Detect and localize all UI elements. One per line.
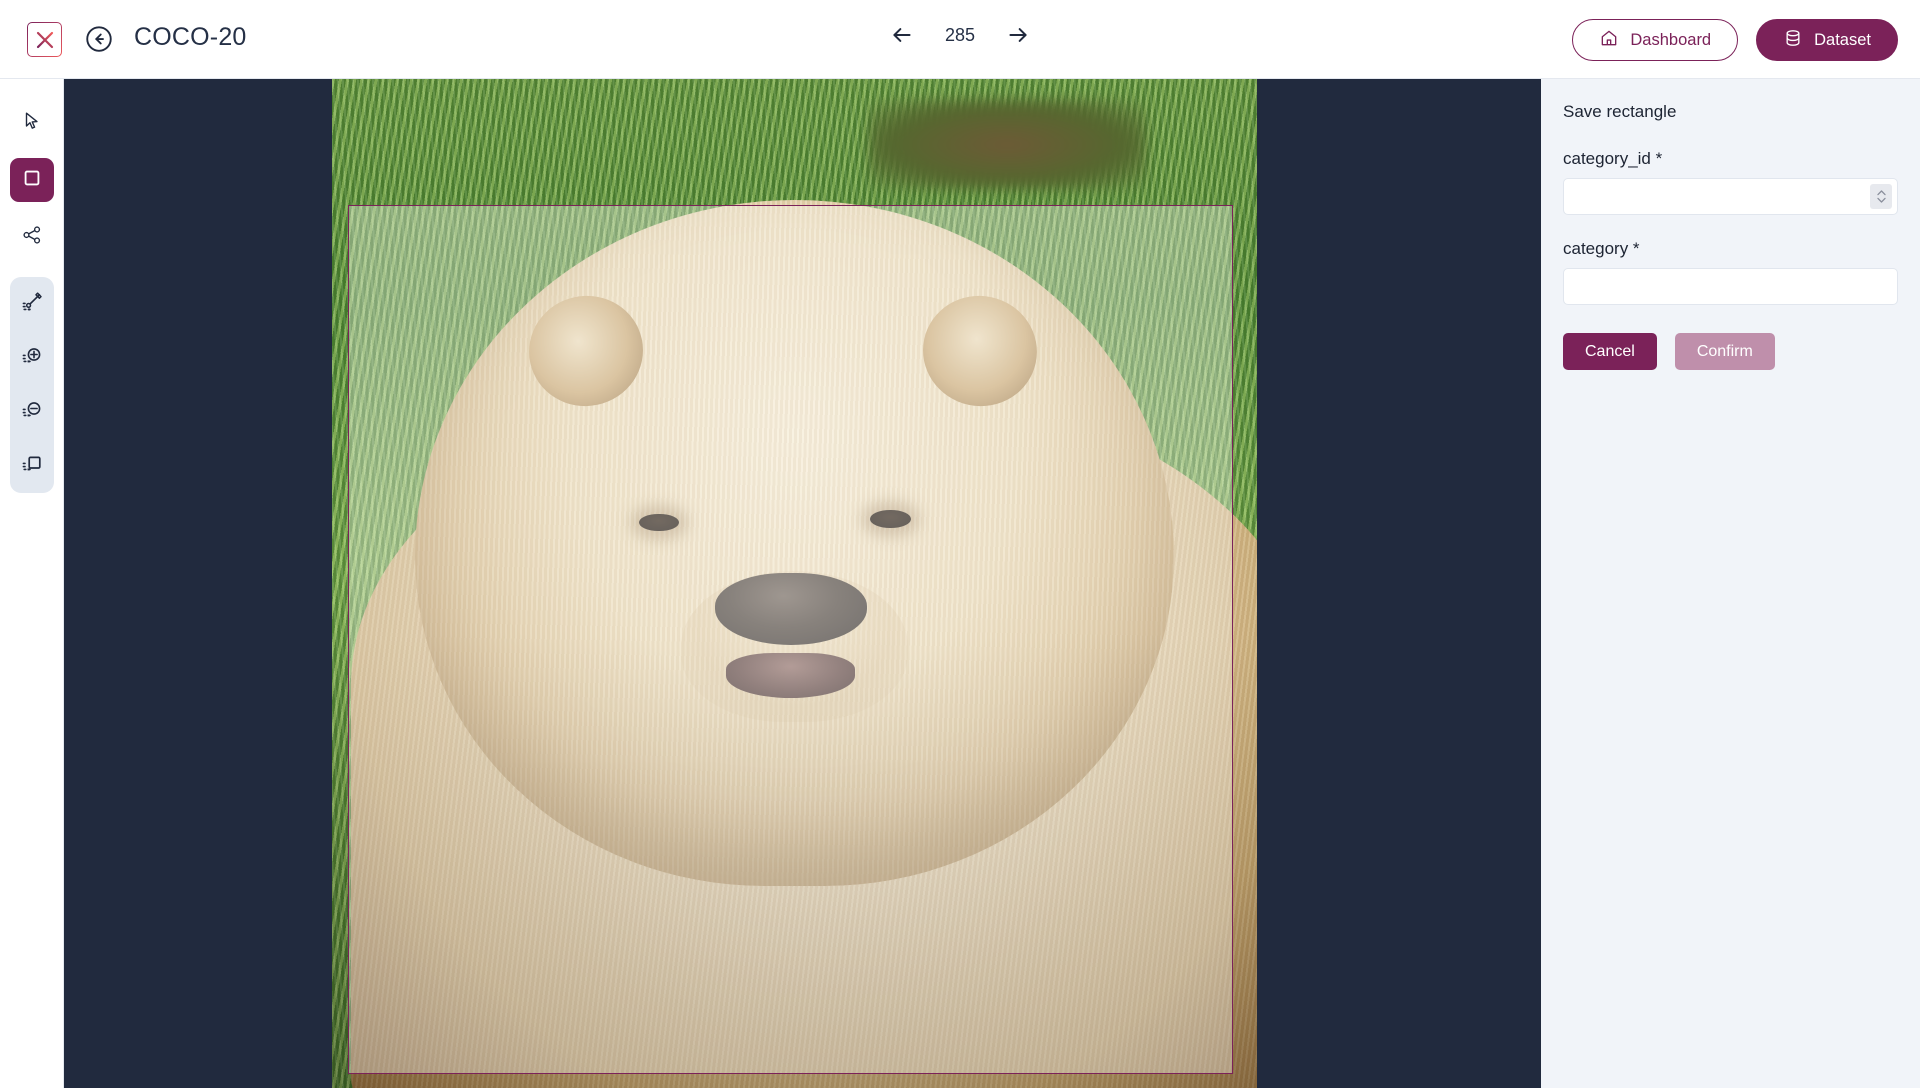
left-toolbar [0,79,64,1088]
magic-rectangle-tool[interactable] [10,444,54,488]
category-id-stepper[interactable] [1870,184,1892,209]
share-nodes-icon [21,224,43,251]
panel-title: Save rectangle [1563,102,1677,121]
back-arrow-circle-icon[interactable] [84,24,114,54]
magic-tool-group [9,277,54,493]
polygon-tool[interactable] [10,215,54,259]
rectangle-icon [21,167,43,194]
magic-minus-circle-icon [20,398,44,427]
dashboard-button[interactable]: Dashboard [1572,19,1739,61]
rectangle-tool[interactable] [9,158,54,202]
panel-actions: Cancel Confirm [1563,333,1898,370]
category-field-wrap: category * [1563,239,1898,329]
arrow-left-icon[interactable] [889,22,915,48]
category-label: category * [1563,239,1640,258]
dashboard-button-label: Dashboard [1630,30,1712,49]
select-pointer-tool[interactable] [10,101,54,145]
top-bar: COCO-20 285 Dashboard Dataset [0,0,1920,79]
dataset-button[interactable]: Dataset [1756,19,1898,61]
cursor-arrow-icon [21,110,43,137]
category-id-label: category_id * [1563,149,1663,168]
annotation-canvas[interactable] [64,79,1541,1088]
magic-rectangle-icon [20,452,44,481]
header-nav: Dashboard Dataset [1572,19,1898,61]
page-number: 285 [944,24,976,45]
magic-add-tool[interactable] [10,336,54,380]
database-icon [1783,28,1803,53]
magic-wand-tool[interactable] [10,282,54,326]
category-id-input[interactable] [1563,178,1898,215]
cancel-button[interactable]: Cancel [1563,333,1657,370]
image-pager: 285 [889,22,1031,48]
x-logo-icon [28,23,61,56]
save-annotation-panel: Save rectangle category_id * category * … [1541,79,1920,1088]
dataset-button-label: Dataset [1814,30,1871,49]
confirm-button[interactable]: Confirm [1674,333,1775,370]
magic-subtract-tool[interactable] [10,390,54,434]
app-logo[interactable] [27,22,62,57]
category-id-field-wrap: category_id * [1563,149,1898,239]
magic-wand-icon [20,290,44,319]
arrow-right-icon[interactable] [1005,22,1031,48]
category-input[interactable] [1563,268,1898,305]
bounding-box-annotation[interactable] [348,205,1233,1074]
home-icon [1599,28,1619,53]
page-title: COCO-20 [134,23,247,51]
magic-plus-circle-icon [20,344,44,373]
